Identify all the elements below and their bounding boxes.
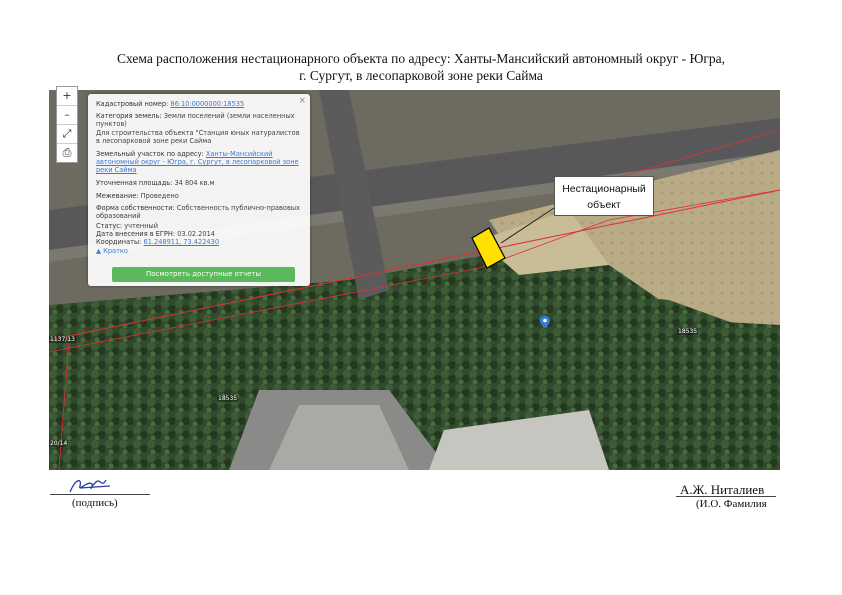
name-line xyxy=(676,496,776,497)
date-value: 03.02.2014 xyxy=(177,230,215,238)
name-caption: (И.О. Фамилия xyxy=(696,498,767,510)
zoom-in-button[interactable]: + xyxy=(57,87,77,106)
object-callout: Нестационарный объект xyxy=(554,176,654,216)
printer-icon[interactable]: ⎙ xyxy=(57,144,77,162)
scheme-title-line2: г. Сургут, в лесопарковой зоне реки Сайм… xyxy=(299,68,543,83)
callout-line2: объект xyxy=(587,199,621,211)
callout-line1: Нестационарный xyxy=(562,183,646,195)
expand-icon[interactable]: ⤢ xyxy=(57,125,77,144)
parcel-info-popup: × Кадастровый номер: 86:10:0000000:18535… xyxy=(88,94,310,286)
date-label: Дата внесения в ЕГРН: xyxy=(96,230,176,238)
location-pin-icon[interactable] xyxy=(539,316,551,328)
view-reports-button[interactable]: Посмотреть доступные отчеты xyxy=(112,267,295,282)
cadastral-link[interactable]: 86:10:0000000:18535 xyxy=(170,100,244,108)
ownership-label: Форма собственности: xyxy=(96,204,175,212)
parcel-label: 18535 xyxy=(217,395,239,402)
collapse-link[interactable]: ▲ Кратко xyxy=(96,247,302,255)
parcel-label: 1137/13 xyxy=(49,336,76,343)
parcel-label: 18535 xyxy=(677,328,699,335)
signature-line xyxy=(50,494,150,495)
coords-label: Координаты: xyxy=(96,238,142,246)
coords-value[interactable]: 61.248911, 73.422430 xyxy=(144,238,220,246)
survey-label: Межевание: xyxy=(96,192,139,200)
handwritten-signature xyxy=(69,479,111,493)
purpose-text: Для строительства объекта "Станция юных … xyxy=(96,129,300,145)
survey-value: Проведено xyxy=(140,192,179,200)
scheme-title-line1: Схема расположения нестационарного объек… xyxy=(116,51,726,66)
cadastral-label: Кадастровый номер: xyxy=(96,100,169,108)
signature-caption: (подпись) xyxy=(72,497,118,509)
zoom-out-button[interactable]: – xyxy=(57,106,77,125)
area-label: Уточненная площадь: xyxy=(96,179,173,187)
status-value: учтенный xyxy=(124,222,158,230)
status-label: Статус: xyxy=(96,222,123,230)
area-value: 34 804 кв.м xyxy=(174,179,215,187)
parcel-label: 20/14 xyxy=(49,440,69,447)
category-label: Категория земель: xyxy=(96,112,162,120)
address-label: Земельный участок по адресу: xyxy=(96,150,204,158)
map-zoom-controls: + – ⤢ ⎙ xyxy=(56,86,78,163)
